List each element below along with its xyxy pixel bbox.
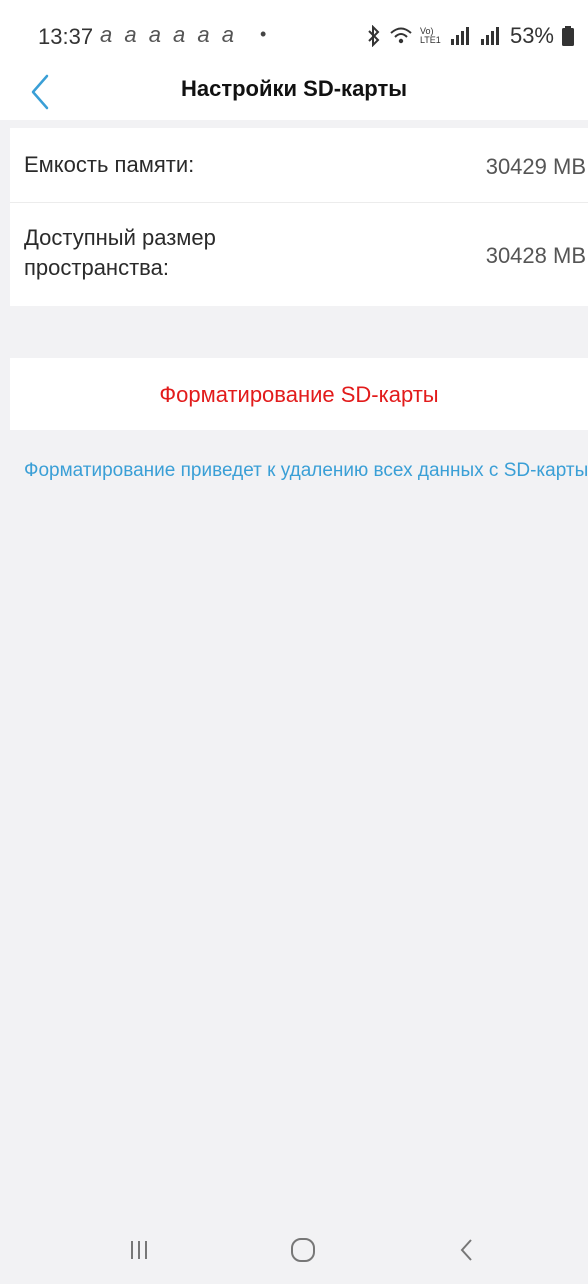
format-warning-text: Форматирование приведет к удалению всех … [24,460,588,481]
recents-button[interactable] [114,1230,164,1270]
format-sd-card-button[interactable]: Форматирование SD-карты [10,358,588,430]
app-header: Настройки SD-карты [0,64,588,120]
volte-lte-icon: Vo) LTE1 [419,26,441,45]
battery-percent: 53% [509,23,554,48]
status-time: 13:37 [38,24,94,49]
format-sd-card-label: Форматирование SD-карты [159,382,439,407]
storage-capacity-row: Емкость памяти: 30429 MB [10,128,588,203]
available-space-value: 30428 MB [485,243,586,268]
recents-icon [131,1241,147,1259]
available-space-row: Доступный размер пространства: 30428 MB [10,203,588,306]
page-title: Настройки SD-карты [180,76,408,101]
status-bar: 13:37 a a a a a a • Vo) LTE1 53% [0,0,588,64]
storage-info-section: Емкость памяти: 30429 MB Доступный разме… [10,128,588,306]
available-space-label: Доступный размер пространства: [24,225,216,280]
status-right-group: Vo) LTE1 53% [366,22,574,50]
home-icon [291,1238,315,1262]
signal-icon-2 [480,27,502,45]
battery-icon [562,26,574,46]
format-warning-note: Форматирование приведет к удалению всех … [24,458,588,484]
wifi-icon [390,26,412,46]
notification-dot: • [260,24,267,44]
storage-capacity-value: 30429 MB [485,154,586,179]
notification-icons: a a a a a a [100,22,237,47]
signal-icon [450,27,472,45]
system-back-button[interactable] [442,1230,492,1270]
bluetooth-icon [366,25,382,47]
home-button[interactable] [278,1230,328,1270]
system-nav-bar [0,1218,588,1284]
back-arrow-icon [460,1239,472,1261]
storage-capacity-label: Емкость памяти: [24,152,195,177]
